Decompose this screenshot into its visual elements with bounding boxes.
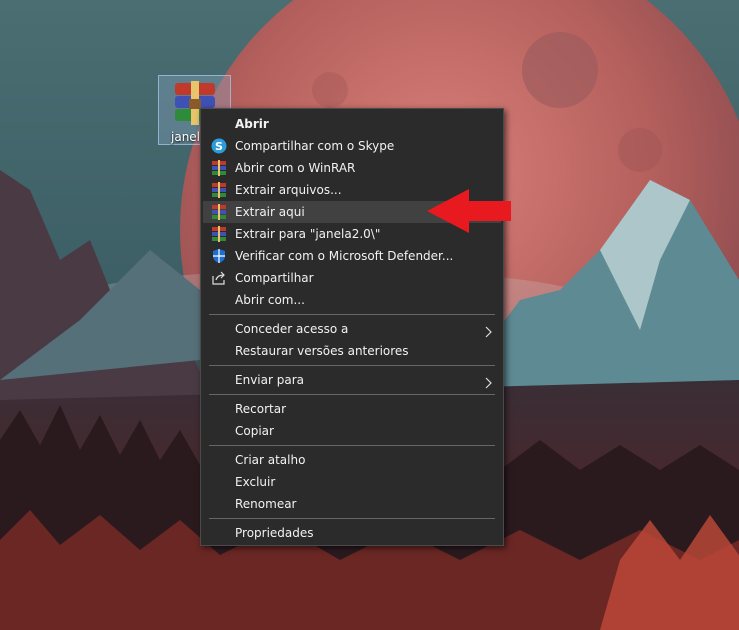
svg-text:S: S xyxy=(215,140,223,153)
winrar-icon xyxy=(211,160,227,176)
menu-item-compartilhar[interactable]: Compartilhar xyxy=(203,267,501,289)
winrar-icon xyxy=(211,226,227,242)
menu-item-label: Recortar xyxy=(235,402,287,416)
menu-item-excluir[interactable]: Excluir xyxy=(203,471,501,493)
menu-separator xyxy=(209,365,495,366)
menu-item-abrir[interactable]: Abrir xyxy=(203,113,501,135)
chevron-right-icon xyxy=(485,323,493,338)
menu-item-label: Conceder acesso a xyxy=(235,322,349,336)
skype-icon: S xyxy=(211,138,227,154)
menu-item-abrir-com-o-winrar[interactable]: Abrir com o WinRAR xyxy=(203,157,501,179)
menu-item-copiar[interactable]: Copiar xyxy=(203,420,501,442)
menu-item-label: Verificar com o Microsoft Defender... xyxy=(235,249,454,263)
menu-item-conceder-acesso-a[interactable]: Conceder acesso a xyxy=(203,318,501,340)
menu-item-compartilhar-com-o-skype[interactable]: S Compartilhar com o Skype xyxy=(203,135,501,157)
menu-item-label: Renomear xyxy=(235,497,297,511)
winrar-icon xyxy=(211,182,227,198)
defender-shield-icon xyxy=(211,248,227,264)
menu-item-restaurar-versoes-anteriores[interactable]: Restaurar versões anteriores xyxy=(203,340,501,362)
menu-item-label: Extrair arquivos... xyxy=(235,183,342,197)
menu-item-label: Abrir com... xyxy=(235,293,305,307)
menu-item-label: Criar atalho xyxy=(235,453,306,467)
menu-item-label: Compartilhar com o Skype xyxy=(235,139,395,153)
menu-item-label: Enviar para xyxy=(235,373,304,387)
menu-separator xyxy=(209,445,495,446)
menu-item-renomear[interactable]: Renomear xyxy=(203,493,501,515)
menu-item-label: Copiar xyxy=(235,424,274,438)
menu-item-label: Extrair para "janela2.0\" xyxy=(235,227,381,241)
menu-item-label: Abrir com o WinRAR xyxy=(235,161,356,175)
menu-item-verificar-com-o-microsoft-defender[interactable]: Verificar com o Microsoft Defender... xyxy=(203,245,501,267)
menu-separator xyxy=(209,518,495,519)
menu-item-label: Abrir xyxy=(235,117,269,131)
share-icon xyxy=(211,270,227,286)
menu-item-label: Compartilhar xyxy=(235,271,314,285)
menu-item-enviar-para[interactable]: Enviar para xyxy=(203,369,501,391)
chevron-right-icon xyxy=(485,374,493,389)
menu-item-propriedades[interactable]: Propriedades xyxy=(203,522,501,544)
menu-item-recortar[interactable]: Recortar xyxy=(203,398,501,420)
menu-separator xyxy=(209,394,495,395)
menu-item-label: Restaurar versões anteriores xyxy=(235,344,409,358)
context-menu: Abrir S Compartilhar com o Skype Abrir com … xyxy=(200,108,504,546)
menu-item-label: Propriedades xyxy=(235,526,314,540)
winrar-icon xyxy=(211,204,227,220)
menu-separator xyxy=(209,314,495,315)
menu-item-criar-atalho[interactable]: Criar atalho xyxy=(203,449,501,471)
red-arrow-icon xyxy=(427,189,511,233)
menu-item-label: Excluir xyxy=(235,475,276,489)
menu-item-label: Extrair aqui xyxy=(235,205,305,219)
menu-item-abrir-com[interactable]: Abrir com... xyxy=(203,289,501,311)
